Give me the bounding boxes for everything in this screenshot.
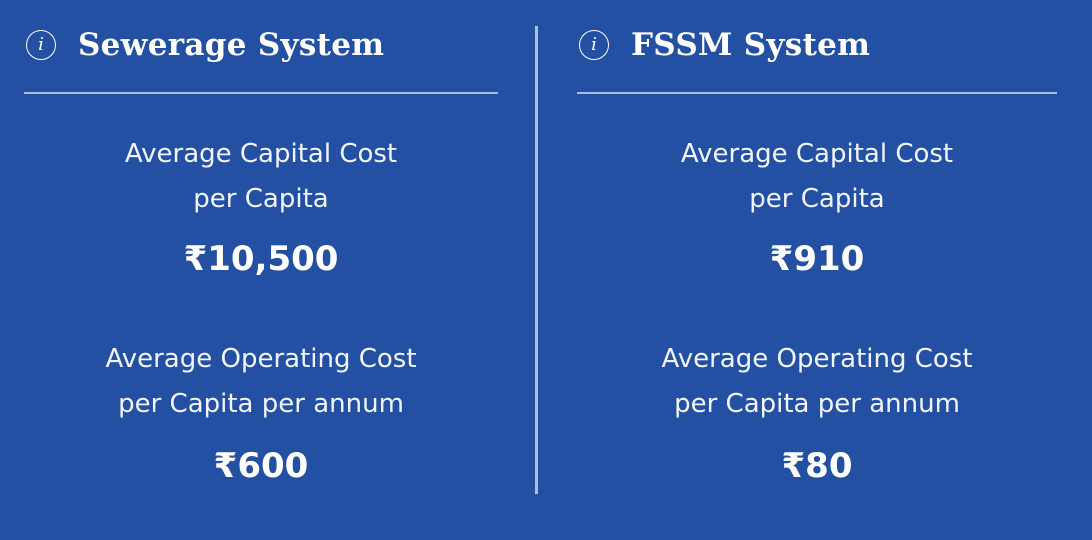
fssm-capital-cost-label-line1: Average Capital Cost	[680, 139, 954, 169]
sewerage-capital-cost-label-line1: Average Capital Cost	[124, 139, 398, 169]
fssm-capital-cost-label-line2: per Capita	[749, 184, 885, 214]
fssm-operating-cost-label-line2: per Capita per annum	[674, 389, 960, 419]
sewerage-panel: i Sewerage System Average Capital Cost p…	[24, 0, 498, 540]
info-icon-glyph: i	[591, 34, 597, 55]
fssm-panel: i FSSM System Average Capital Cost per C…	[577, 0, 1057, 540]
fssm-title: FSSM System	[631, 27, 871, 63]
sewerage-capital-cost-value: ₹10,500	[183, 239, 339, 279]
panel-divider	[535, 26, 538, 494]
sewerage-capital-cost-label-line2: per Capita	[193, 184, 329, 214]
fssm-operating-cost-label-line1: Average Operating Cost	[661, 344, 973, 374]
sewerage-operating-cost-value: ₹600	[213, 446, 309, 486]
fssm-operating-cost-label: Average Operating Cost per Capita per an…	[577, 337, 1057, 427]
fssm-header-rule	[577, 92, 1057, 94]
sewerage-capital-cost-label: Average Capital Cost per Capita	[24, 132, 498, 222]
info-icon[interactable]: i	[579, 30, 609, 60]
sewerage-operating-cost-label-line2: per Capita per annum	[118, 389, 404, 419]
fssm-header: i FSSM System	[577, 22, 870, 68]
sewerage-header: i Sewerage System	[24, 22, 384, 68]
info-icon-glyph: i	[38, 34, 44, 55]
info-icon[interactable]: i	[26, 30, 56, 60]
sewerage-header-rule	[24, 92, 498, 94]
fssm-capital-cost-label: Average Capital Cost per Capita	[577, 132, 1057, 222]
fssm-capital-cost-value: ₹910	[769, 239, 865, 279]
sewerage-operating-cost-label: Average Operating Cost per Capita per an…	[24, 337, 498, 427]
fssm-operating-cost-value: ₹80	[781, 446, 853, 486]
sewerage-title: Sewerage System	[78, 27, 385, 63]
sewerage-operating-cost-label-line1: Average Operating Cost	[105, 344, 417, 374]
